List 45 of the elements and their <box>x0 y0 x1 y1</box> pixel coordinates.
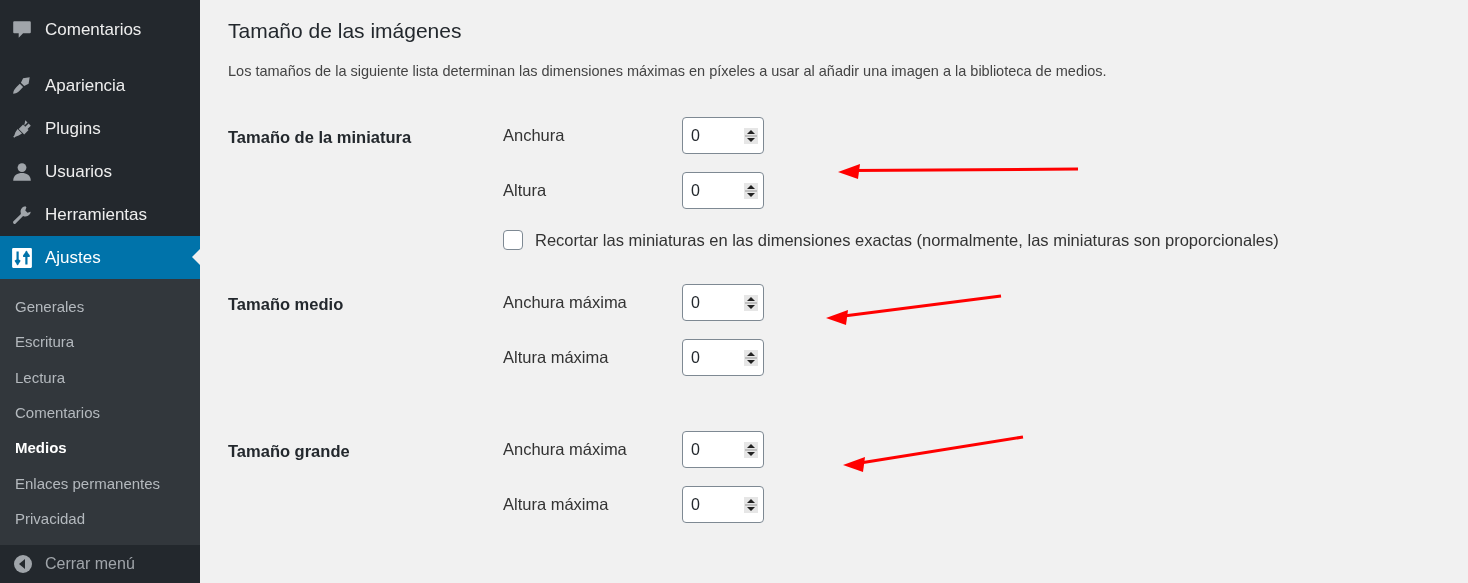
field-label: Anchura máxima <box>503 440 628 459</box>
submenu-item[interactable]: Comentarios <box>0 394 200 431</box>
checkbox[interactable] <box>503 230 523 250</box>
number-field[interactable]: 0 <box>682 486 764 523</box>
spinner-icon <box>744 127 758 144</box>
setting-label: Tamaño grande <box>228 441 351 462</box>
setting-label: Tamaño de la miniatura <box>228 127 413 148</box>
sidebar-item[interactable]: Herramientas <box>0 193 200 236</box>
field-label: Anchura <box>503 126 566 145</box>
field-label: Altura <box>503 181 548 200</box>
section-title: Tamaño de las imágenes <box>228 18 463 44</box>
number-field[interactable]: 0 <box>682 117 764 154</box>
collapse-icon <box>13 554 33 575</box>
user-icon <box>11 160 33 183</box>
spinner-icon <box>744 441 758 458</box>
submenu-item[interactable]: Escritura <box>0 324 200 360</box>
field-label: Altura máxima <box>503 348 610 367</box>
sidebar-item[interactable]: Comentarios <box>0 8 200 51</box>
number-field[interactable]: 0 <box>682 284 764 321</box>
submenu-item[interactable]: Generales <box>0 289 200 325</box>
collapse-menu-button[interactable]: Cerrar menú <box>0 545 200 583</box>
sidebar-item[interactable]: Ajustes <box>0 236 200 279</box>
sidebar-item[interactable]: Apariencia <box>0 64 200 107</box>
number-field[interactable]: 0 <box>682 172 764 209</box>
submenu-item[interactable]: Enlaces permanentes <box>0 465 200 501</box>
setting-label: Tamaño medio <box>228 294 345 315</box>
submenu-item[interactable]: Medios <box>0 430 200 466</box>
number-field[interactable]: 0 <box>682 431 764 468</box>
sliders-icon <box>11 246 33 269</box>
field-label: Anchura máxima <box>503 293 628 312</box>
spinner-icon <box>744 182 758 199</box>
submenu-item[interactable]: Lectura <box>0 359 200 395</box>
spinner-icon <box>744 496 758 513</box>
paintbrush-icon <box>11 74 33 97</box>
submenu-item[interactable]: Privacidad <box>0 500 200 537</box>
wrench-icon <box>11 203 33 226</box>
plug-icon <box>11 117 33 140</box>
description: Los tamaños de la siguiente lista determinan las dimensiones máximas en píxeles a usar al añadir una imagen a la biblioteca de medios. <box>228 63 1108 79</box>
sidebar-item[interactable]: Usuarios <box>0 150 200 193</box>
spinner-icon <box>744 349 758 366</box>
field-label: Altura máxima <box>503 495 610 514</box>
number-field[interactable]: 0 <box>682 339 764 376</box>
checkbox-label: Recortar las miniaturas en las dimensiones exactas (normalmente, las miniaturas son proporcionales) <box>535 230 1279 250</box>
spinner-icon <box>744 294 758 311</box>
sidebar-item[interactable]: Plugins <box>0 107 200 150</box>
